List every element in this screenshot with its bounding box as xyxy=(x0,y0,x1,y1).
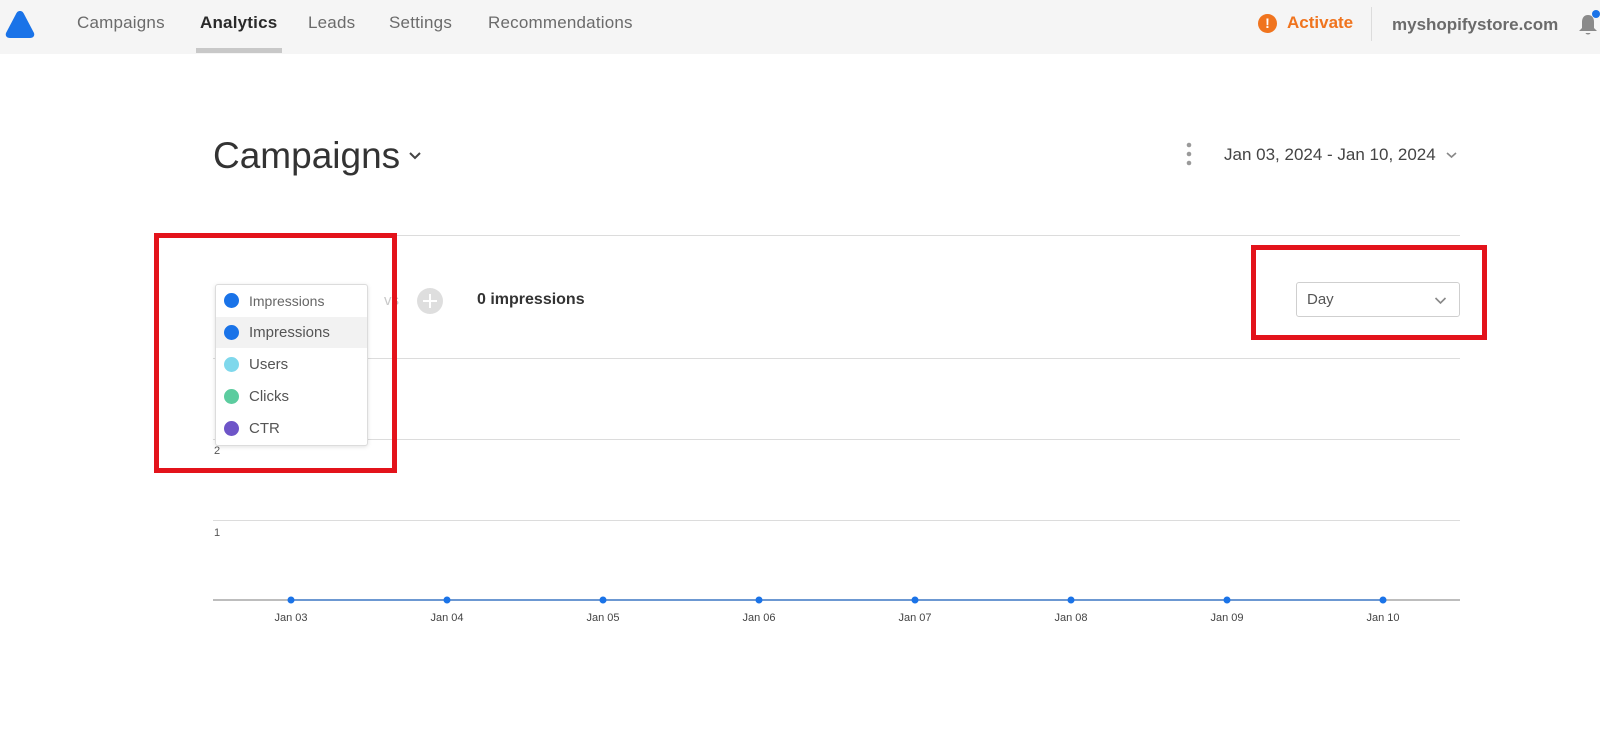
metric-color-dot xyxy=(224,293,239,308)
x-tick-label: Jan 08 xyxy=(1054,612,1087,624)
x-tick-label: Jan 06 xyxy=(742,612,775,624)
metric-color-dot xyxy=(224,389,239,404)
data-point[interactable] xyxy=(1223,596,1231,604)
data-point[interactable] xyxy=(911,596,919,604)
x-tick-label: Jan 05 xyxy=(586,612,619,624)
metric-color-dot xyxy=(224,357,239,372)
metric-option-clicks[interactable]: Clicks xyxy=(216,381,367,412)
x-tick-label: Jan 03 xyxy=(274,612,307,624)
data-point[interactable] xyxy=(1067,596,1075,604)
x-tick-label: Jan 07 xyxy=(898,612,931,624)
metric-option-label: CTR xyxy=(249,420,280,437)
metric-option-impressions[interactable]: Impressions xyxy=(216,317,367,348)
data-point[interactable] xyxy=(287,596,295,604)
metric-option-users[interactable]: Users xyxy=(216,349,367,380)
metric-option-label: Impressions xyxy=(249,324,330,341)
metric-selected-label: Impressions xyxy=(249,292,325,309)
x-tick-label: Jan 04 xyxy=(430,612,463,624)
data-point[interactable] xyxy=(755,596,763,604)
data-point[interactable] xyxy=(443,596,451,604)
data-point[interactable] xyxy=(1379,596,1387,604)
metric-color-dot xyxy=(224,325,239,340)
data-point[interactable] xyxy=(599,596,607,604)
metric-option-label: Clicks xyxy=(249,388,289,405)
x-tick-label: Jan 09 xyxy=(1210,612,1243,624)
x-tick-label: Jan 10 xyxy=(1366,612,1399,624)
metric-color-dot xyxy=(224,421,239,436)
metric-option-label: Users xyxy=(249,356,289,373)
metric-dropdown-menu[interactable]: Impressions Impressions Users Clicks CTR xyxy=(215,284,368,446)
metric-option-ctr[interactable]: CTR xyxy=(216,413,367,444)
metric-dropdown-selected[interactable]: Impressions xyxy=(216,285,367,316)
